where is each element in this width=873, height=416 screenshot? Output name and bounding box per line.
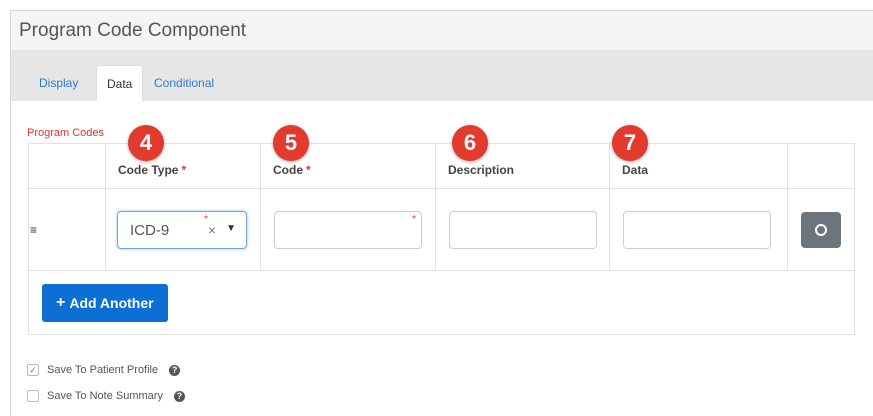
add-another-button[interactable]: + Add Another xyxy=(42,283,168,322)
add-another-label: Add Another xyxy=(69,294,154,311)
step-badge-6: 6 xyxy=(452,125,488,161)
description-input[interactable] xyxy=(449,210,597,249)
save-to-patient-profile-row: ✓ Save To Patient Profile ? xyxy=(27,364,181,376)
step-badge-5: 5 xyxy=(273,125,309,161)
code-type-value: ICD-9 xyxy=(130,221,170,239)
header-actions xyxy=(787,143,855,189)
program-codes-table: Code Type * Code * Description Data ≡ ICD-… xyxy=(28,143,855,335)
clear-icon[interactable]: × xyxy=(208,222,216,238)
save-to-note-summary-label: Save To Note Summary xyxy=(47,390,163,402)
step-badge-7: 7 xyxy=(612,125,648,161)
data-input[interactable] xyxy=(623,210,771,249)
help-icon[interactable]: ? xyxy=(173,390,185,402)
save-to-patient-profile-checkbox[interactable]: ✓ xyxy=(27,364,39,376)
tab-bar: Display Data Conditional xyxy=(11,51,873,101)
add-row: + Add Another xyxy=(28,270,855,335)
header-handle xyxy=(28,143,106,189)
save-to-note-summary-checkbox[interactable] xyxy=(27,390,39,402)
panel-title: Program Code Component xyxy=(11,11,873,51)
chevron-down-icon[interactable]: ▼ xyxy=(226,223,236,234)
remove-icon xyxy=(815,223,827,236)
step-badge-4: 4 xyxy=(128,125,164,161)
required-mark: * xyxy=(412,213,416,225)
plus-icon: + xyxy=(56,293,66,311)
help-icon[interactable]: ? xyxy=(169,364,181,376)
table-row: ≡ ICD-9 * × ▼ * xyxy=(28,188,855,271)
tab-data[interactable]: Data xyxy=(96,65,144,101)
code-type-select[interactable]: ICD-9 * × ▼ xyxy=(117,210,247,249)
save-to-note-summary-row: Save To Note Summary ? xyxy=(27,390,185,402)
drag-handle-icon[interactable]: ≡ xyxy=(28,188,106,271)
remove-row-button[interactable] xyxy=(801,211,841,248)
tab-conditional[interactable]: Conditional xyxy=(144,65,224,101)
section-label-program-codes: Program Codes xyxy=(27,127,105,139)
save-to-patient-profile-label: Save To Patient Profile xyxy=(47,364,159,376)
tab-display[interactable]: Display xyxy=(29,65,88,101)
code-input[interactable]: * xyxy=(274,210,422,249)
